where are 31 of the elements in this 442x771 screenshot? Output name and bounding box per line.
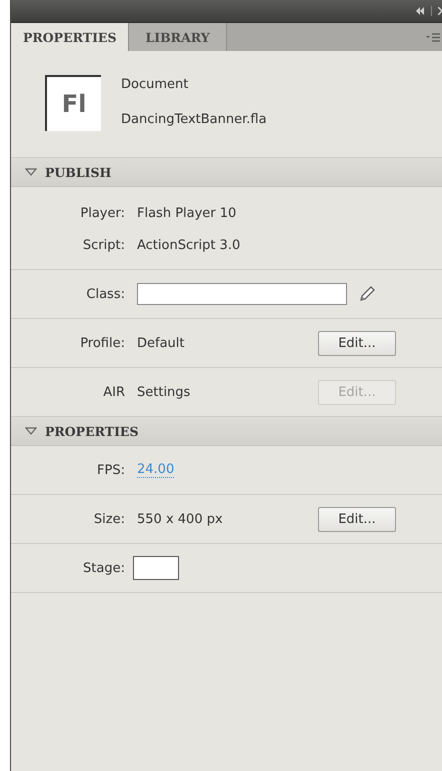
- collapse-icon[interactable]: [415, 7, 425, 15]
- pencil-icon[interactable]: [357, 284, 377, 304]
- disclosure-triangle-icon[interactable]: [25, 427, 37, 435]
- field-value: Default: [137, 336, 184, 350]
- field-label: Profile:: [79, 336, 125, 350]
- field-label: Player:: [79, 206, 125, 220]
- field-label: Stage:: [82, 560, 125, 576]
- section-header[interactable]: PROPERTIES: [11, 417, 442, 446]
- document-file-name: DancingTextBanner.fla: [121, 112, 267, 127]
- class-input-field[interactable]: [137, 283, 347, 305]
- field-label: AIR: [102, 384, 125, 400]
- document-icon: Fl: [45, 75, 101, 131]
- field-value: 550 x 400 px: [137, 512, 223, 526]
- section-header[interactable]: PUBLISH: [11, 158, 442, 187]
- edit-button[interactable]: Edit...: [318, 506, 396, 532]
- field-value: Settings: [137, 384, 190, 400]
- document-type: Document: [121, 77, 190, 92]
- field-label: Size:: [92, 512, 125, 526]
- field-value: Flash Player 10: [137, 206, 236, 220]
- edit-button[interactable]: Edit...: [318, 330, 396, 356]
- section-title: PROPERTIES: [45, 424, 138, 438]
- stage-color-swatch[interactable]: [133, 556, 179, 580]
- field-label: Class:: [85, 286, 125, 302]
- tab[interactable]: LIBRARY: [129, 23, 227, 51]
- field-label: FPS:: [96, 462, 125, 478]
- field-value: ActionScript 3.0: [137, 238, 240, 252]
- section-title: PUBLISH: [45, 164, 112, 180]
- field-label: Script:: [82, 238, 125, 252]
- tab[interactable]: PROPERTIES: [11, 23, 130, 51]
- disclosure-triangle-icon[interactable]: [25, 168, 37, 176]
- panel-menu-icon[interactable]: [426, 32, 440, 42]
